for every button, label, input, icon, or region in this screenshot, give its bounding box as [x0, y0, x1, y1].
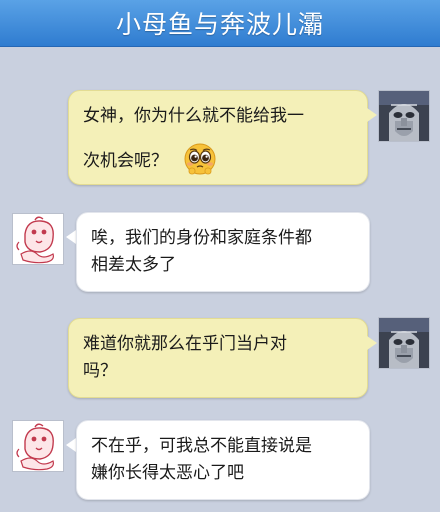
bubble-tail — [66, 438, 76, 452]
fish-girl-avatar[interactable] — [12, 213, 64, 265]
message-bubble-received: 不在乎，可我总不能直接说是 嫌你长得太恶心了吧 — [76, 420, 370, 500]
fish-girl-avatar[interactable] — [12, 420, 64, 472]
message-bubble-sent: 难道你就那么在乎门当户对 吗？ — [68, 318, 368, 398]
message-text: 女神，你为什么就不能给我一 — [83, 106, 304, 126]
robot-avatar[interactable] — [378, 317, 430, 369]
bubble-tail — [367, 336, 377, 350]
message-text: 不在乎，可我总不能直接说是 — [91, 436, 312, 456]
robot-avatar[interactable] — [378, 90, 430, 142]
message-text: 嫌你长得太恶心了吧 — [91, 463, 244, 483]
message-text: 唉，我们的身份和家庭条件都 — [91, 228, 312, 248]
message-text: 难道你就那么在乎门当户对 — [83, 334, 287, 354]
chat-header: 小母鱼与奔波儿灞 — [0, 0, 440, 47]
message-bubble-sent: 女神，你为什么就不能给我一 次机会呢？ — [68, 90, 368, 185]
message-text: 吗？ — [83, 361, 117, 381]
pleading-face-icon — [183, 142, 217, 176]
message-text: 次机会呢？ — [83, 151, 168, 171]
bubble-tail — [367, 108, 377, 122]
message-text: 相差太多了 — [91, 255, 176, 275]
bubble-tail — [66, 230, 76, 244]
message-bubble-received: 唉，我们的身份和家庭条件都 相差太多了 — [76, 212, 370, 292]
chat-title: 小母鱼与奔波儿灞 — [115, 10, 324, 39]
